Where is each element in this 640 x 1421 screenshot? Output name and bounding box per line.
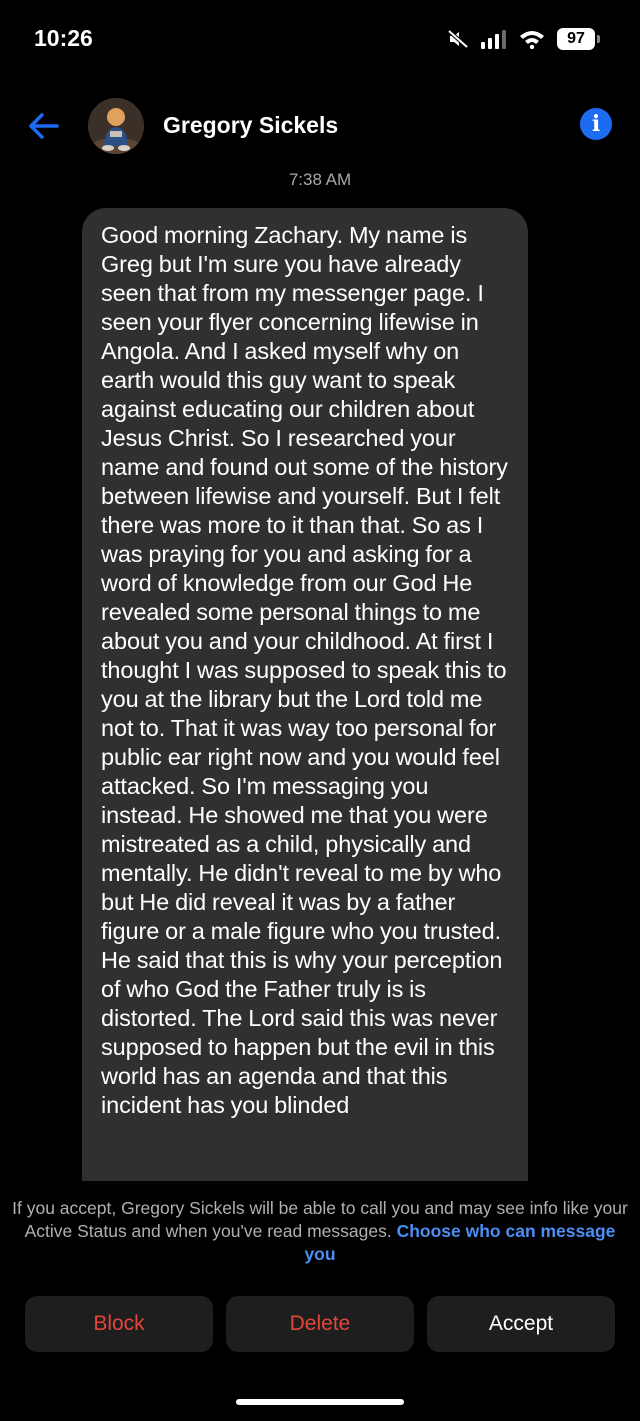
back-button[interactable] — [26, 108, 62, 144]
accept-button[interactable]: Accept — [427, 1296, 615, 1352]
signal-icon — [481, 29, 507, 49]
contact-name[interactable]: Gregory Sickels — [163, 112, 338, 139]
status-icons: 97 — [447, 28, 600, 50]
mute-icon — [447, 29, 469, 49]
messenger-request-screen: 10:26 97 Gregory Sickels i 7:38 AM Good … — [0, 0, 640, 1421]
status-time: 10:26 — [34, 25, 93, 51]
avatar[interactable] — [88, 98, 144, 154]
request-actions: Block Delete Accept — [25, 1296, 615, 1352]
battery-nub — [597, 35, 600, 43]
back-arrow-icon — [29, 113, 59, 139]
wifi-icon — [519, 29, 545, 49]
message-timestamp: 7:38 AM — [288, 170, 352, 189]
block-button[interactable]: Block — [25, 1296, 213, 1352]
request-info: If you accept, Gregory Sickels will be a… — [10, 1197, 630, 1266]
message-bubble[interactable]: Good morning Zachary. My name is Greg bu… — [82, 208, 528, 1208]
message-request-panel: If you accept, Gregory Sickels will be a… — [0, 1181, 640, 1421]
info-icon: i — [591, 111, 601, 137]
avatar-photo — [88, 98, 144, 154]
battery-icon: 97 — [557, 28, 600, 50]
conversation-header: Gregory Sickels i — [0, 90, 640, 162]
delete-button[interactable]: Delete — [226, 1296, 414, 1352]
info-button[interactable]: i — [580, 108, 612, 140]
status-bar: 10:26 97 — [0, 0, 640, 80]
home-indicator[interactable] — [236, 1399, 404, 1405]
battery-level: 97 — [557, 28, 595, 50]
message-text: Good morning Zachary. My name is Greg bu… — [101, 222, 508, 1118]
